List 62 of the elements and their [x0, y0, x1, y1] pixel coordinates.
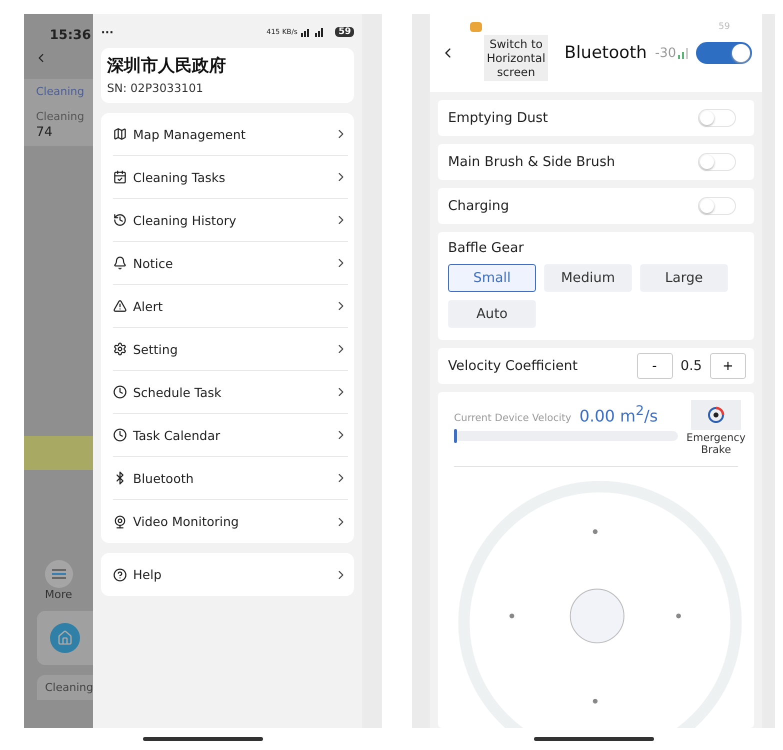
- menu-item[interactable]: Cleaning Tasks: [113, 156, 348, 199]
- signal-icon: [678, 47, 688, 59]
- status-dots: ···: [101, 26, 114, 38]
- home-button[interactable]: [50, 623, 80, 653]
- toggle-switch[interactable]: [698, 153, 736, 171]
- section-title: Baffle Gear: [448, 240, 525, 256]
- menu-item[interactable]: Alert: [113, 285, 348, 328]
- menu-item[interactable]: Map Management: [113, 113, 348, 156]
- stat-value: 74: [36, 125, 54, 140]
- device-name: 深圳市人民政府: [107, 55, 227, 77]
- bell-icon: [113, 256, 127, 270]
- serial-number: SN: 02P3033101: [107, 81, 204, 95]
- gear-option[interactable]: Auto: [448, 300, 536, 328]
- toggle-switch[interactable]: [698, 109, 736, 127]
- page-title: Bluetooth: [564, 43, 647, 63]
- gear-option[interactable]: Small: [448, 264, 536, 292]
- home-icon: [57, 630, 73, 646]
- cleaning-status: Cleaning: [36, 85, 86, 98]
- menu-item[interactable]: Bluetooth: [113, 457, 348, 500]
- clock-icon: [113, 428, 127, 442]
- menu-item[interactable]: Setting: [113, 328, 348, 371]
- menu-icon: [52, 569, 66, 579]
- menu-item[interactable]: Task Calendar: [113, 414, 348, 457]
- menu-item[interactable]: Video Monitoring: [113, 500, 348, 543]
- map-area: [24, 436, 93, 470]
- calendar-icon: [113, 170, 127, 184]
- status-time: 15:36: [50, 28, 92, 43]
- toggle-label: Main Brush & Side Brush: [448, 154, 616, 170]
- warning-icon: [113, 299, 127, 313]
- webcam-icon: [113, 514, 127, 528]
- help-icon: [113, 568, 127, 582]
- menu-item[interactable]: Cleaning History: [113, 199, 348, 242]
- velocity-value: 0.5: [680, 358, 702, 374]
- battery-level: 59: [335, 27, 354, 37]
- map-icon: [113, 127, 127, 141]
- velocity-label: Velocity Coefficient: [448, 358, 578, 374]
- toggle-label: Charging: [448, 198, 510, 214]
- settings-icon: [113, 342, 127, 356]
- clock-icon: [113, 385, 127, 399]
- gear-option[interactable]: Medium: [544, 264, 632, 292]
- battery-level: 59: [718, 22, 730, 32]
- current-velocity: 0.00 m$^{2}$/s: [579, 404, 658, 426]
- toggle-switch[interactable]: [698, 197, 736, 215]
- app-icon: [470, 22, 482, 32]
- cleaning-label: Cleaning: [45, 681, 93, 694]
- bluetooth-toggle[interactable]: [696, 42, 752, 64]
- more-button[interactable]: [44, 560, 72, 588]
- increase-button[interactable]: +: [710, 353, 746, 379]
- decrease-button[interactable]: -: [636, 353, 673, 379]
- stat-label: Cleaning: [36, 110, 86, 123]
- brake-icon: [706, 405, 726, 425]
- menu-item[interactable]: Help: [113, 553, 348, 596]
- menu-item[interactable]: Schedule Task: [113, 371, 348, 414]
- velocity-caption: Current Device Velocity: [454, 413, 572, 424]
- emergency-brake-button[interactable]: Emergency Brake: [686, 400, 746, 456]
- toggle-label: Emptying Dust: [448, 110, 548, 126]
- signal-strength: -30: [654, 46, 676, 60]
- history-icon: [113, 213, 127, 227]
- gear-option[interactable]: Large: [640, 264, 728, 292]
- switch-orientation-button[interactable]: Switch to Horizontal screen: [484, 35, 548, 81]
- more-label: More: [44, 588, 72, 601]
- menu-item[interactable]: Notice: [113, 242, 348, 285]
